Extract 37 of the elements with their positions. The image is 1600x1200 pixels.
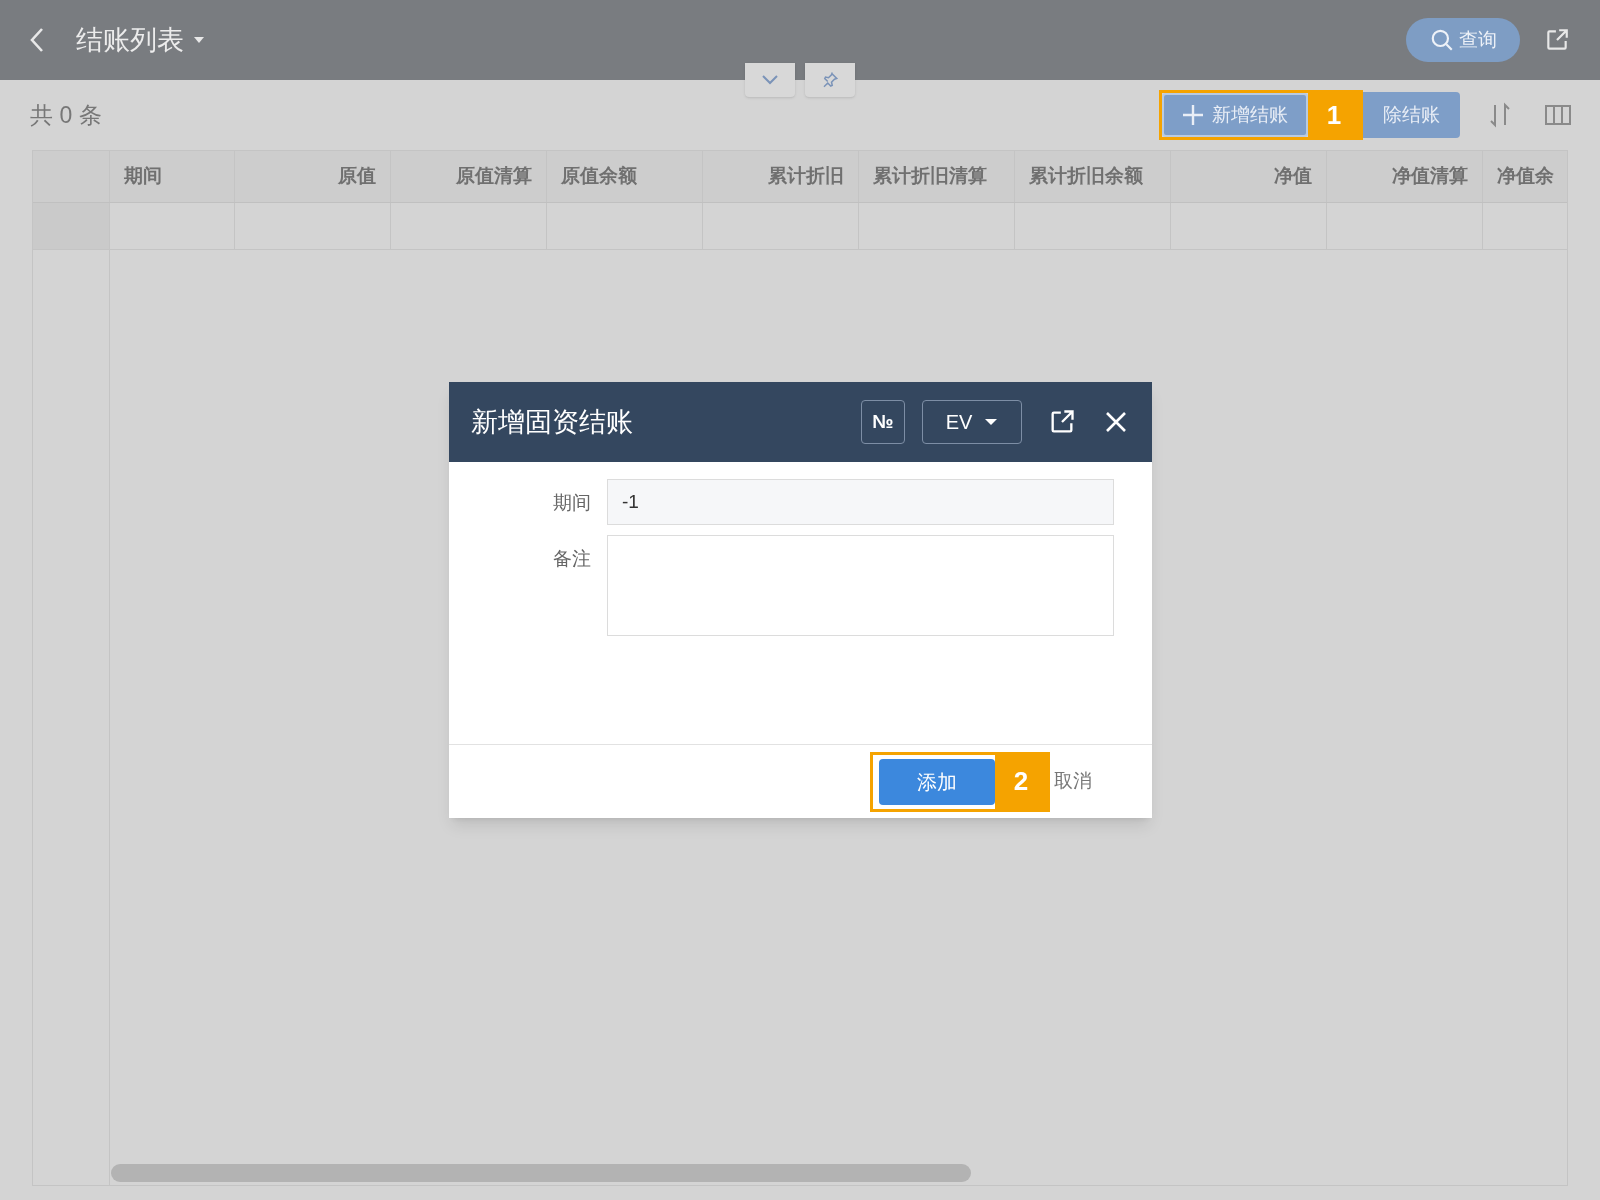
scrollbar[interactable] bbox=[111, 1164, 971, 1182]
chevron-down-icon bbox=[761, 74, 779, 86]
column-header[interactable]: 累计折旧余额 bbox=[1029, 162, 1143, 191]
cancel-button[interactable]: 取消 bbox=[1054, 767, 1092, 796]
columns-icon[interactable] bbox=[1544, 103, 1572, 127]
plus-icon bbox=[1182, 104, 1204, 126]
column-header[interactable]: 累计折旧清算 bbox=[873, 162, 987, 191]
close-icon[interactable] bbox=[1104, 410, 1128, 434]
callout-number: 1 bbox=[1308, 93, 1360, 137]
collapse-button[interactable] bbox=[745, 63, 795, 97]
close-out-button[interactable]: 除结账 bbox=[1363, 92, 1460, 138]
callout-number: 2 bbox=[995, 754, 1047, 809]
column-header[interactable]: 累计折旧 bbox=[768, 162, 844, 191]
page-title[interactable]: 结账列表 bbox=[76, 19, 184, 61]
field-label: 期间 bbox=[552, 491, 591, 515]
language-dropdown[interactable]: EV bbox=[922, 400, 1022, 444]
column-header[interactable]: 净值清算 bbox=[1392, 162, 1468, 191]
period-input[interactable]: -1 bbox=[607, 479, 1114, 525]
add-button[interactable]: 添加 bbox=[879, 758, 995, 805]
dialog-title: 新增固资结账 bbox=[471, 405, 633, 439]
column-header[interactable]: 原值 bbox=[338, 162, 376, 191]
search-icon bbox=[1429, 27, 1455, 53]
search-button[interactable]: 查询 bbox=[1406, 18, 1520, 62]
pin-icon bbox=[821, 71, 839, 89]
remarks-textarea[interactable] bbox=[607, 535, 1114, 636]
record-count: 共 0 条 bbox=[30, 100, 102, 130]
add-button[interactable]: 新增结账 bbox=[1162, 93, 1308, 137]
column-header[interactable]: 期间 bbox=[124, 162, 162, 191]
column-header[interactable]: 原值余额 bbox=[561, 162, 637, 191]
caret-icon bbox=[984, 417, 999, 427]
column-header[interactable]: 原值清算 bbox=[456, 162, 532, 191]
column-header[interactable]: 净值余 bbox=[1497, 162, 1554, 191]
field-label: 备注 bbox=[552, 547, 591, 571]
caret-icon[interactable] bbox=[192, 35, 206, 45]
pin-button[interactable] bbox=[805, 63, 855, 97]
numbering-button[interactable]: № bbox=[861, 400, 905, 444]
column-header[interactable]: 净值 bbox=[1274, 162, 1312, 191]
